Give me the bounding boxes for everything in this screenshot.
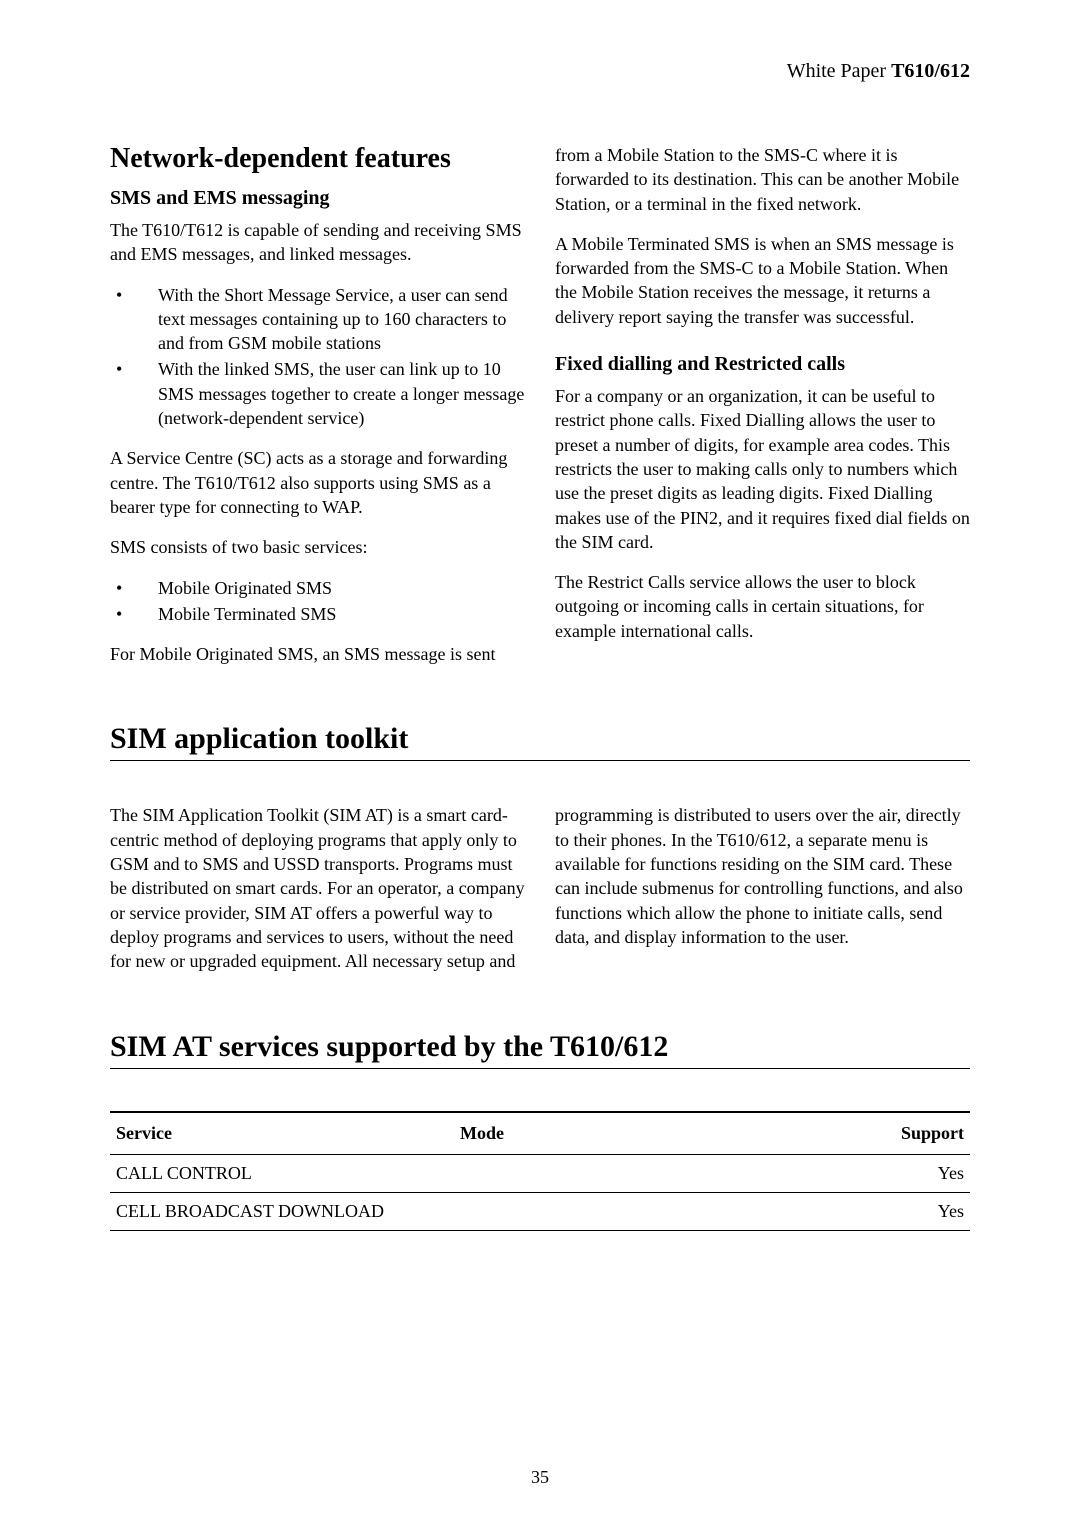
bullet-icon: • bbox=[110, 602, 158, 626]
table-header-row: Service Mode Support bbox=[110, 1112, 970, 1155]
subheading-fixed-dialling: Fixed dialling and Restricted calls bbox=[555, 353, 970, 376]
paragraph: The Restrict Calls service allows the us… bbox=[555, 570, 970, 643]
list-item: •With the linked SMS, the user can link … bbox=[110, 357, 525, 430]
header-prefix: White Paper bbox=[787, 60, 891, 82]
th-service: Service bbox=[110, 1112, 454, 1155]
list-item: •Mobile Originated SMS bbox=[110, 576, 525, 600]
cell-support: Yes bbox=[798, 1154, 970, 1192]
list-item-text: Mobile Originated SMS bbox=[158, 576, 525, 600]
subheading-sms-ems: SMS and EMS messaging bbox=[110, 187, 525, 210]
paragraph: The SIM Application Toolkit (SIM AT) is … bbox=[110, 803, 525, 973]
cell-service: CALL CONTROL bbox=[110, 1154, 454, 1192]
list-item-text: With the Short Message Service, a user c… bbox=[158, 283, 525, 356]
paragraph: programming is distributed to users over… bbox=[555, 803, 970, 949]
section-network-dependent: Network-dependent features SMS and EMS m… bbox=[110, 143, 970, 666]
heading-sim-application-toolkit: SIM application toolkit bbox=[110, 722, 970, 761]
cell-mode bbox=[454, 1154, 798, 1192]
paragraph: from a Mobile Station to the SMS-C where… bbox=[555, 143, 970, 216]
heading-network-dependent: Network-dependent features bbox=[110, 143, 525, 175]
table-row: CALL CONTROL Yes bbox=[110, 1154, 970, 1192]
heading-sim-at-services: SIM AT services supported by the T610/61… bbox=[110, 1030, 970, 1069]
cell-mode bbox=[454, 1192, 798, 1230]
services-table: Service Mode Support CALL CONTROL Yes CE… bbox=[110, 1111, 970, 1231]
list-item: •With the Short Message Service, a user … bbox=[110, 283, 525, 356]
paragraph: SMS consists of two basic services: bbox=[110, 535, 525, 559]
list-item-text: Mobile Terminated SMS bbox=[158, 602, 525, 626]
paragraph: A Service Centre (SC) acts as a storage … bbox=[110, 446, 525, 519]
bullet-list: •Mobile Originated SMS •Mobile Terminate… bbox=[110, 576, 525, 627]
table-row: CELL BROADCAST DOWNLOAD Yes bbox=[110, 1192, 970, 1230]
right-column: from a Mobile Station to the SMS-C where… bbox=[555, 143, 970, 666]
bullet-icon: • bbox=[110, 283, 158, 356]
section-sim-at-body: The SIM Application Toolkit (SIM AT) is … bbox=[110, 803, 970, 973]
bullet-list: •With the Short Message Service, a user … bbox=[110, 283, 525, 431]
th-support: Support bbox=[798, 1112, 970, 1155]
bullet-icon: • bbox=[110, 576, 158, 600]
cell-service: CELL BROADCAST DOWNLOAD bbox=[110, 1192, 454, 1230]
list-item: •Mobile Terminated SMS bbox=[110, 602, 525, 626]
paragraph: A Mobile Terminated SMS is when an SMS m… bbox=[555, 232, 970, 329]
page-number: 35 bbox=[0, 1467, 1080, 1488]
paragraph: For Mobile Originated SMS, an SMS messag… bbox=[110, 642, 525, 666]
paragraph: For a company or an organization, it can… bbox=[555, 384, 970, 554]
paragraph: The T610/T612 is capable of sending and … bbox=[110, 218, 525, 267]
left-column: The SIM Application Toolkit (SIM AT) is … bbox=[110, 803, 525, 973]
list-item-text: With the linked SMS, the user can link u… bbox=[158, 357, 525, 430]
left-column: Network-dependent features SMS and EMS m… bbox=[110, 143, 525, 666]
bullet-icon: • bbox=[110, 357, 158, 430]
right-column: programming is distributed to users over… bbox=[555, 803, 970, 973]
th-mode: Mode bbox=[454, 1112, 798, 1155]
page-header: White Paper T610/612 bbox=[110, 60, 970, 83]
cell-support: Yes bbox=[798, 1192, 970, 1230]
header-model: T610/612 bbox=[891, 60, 970, 82]
